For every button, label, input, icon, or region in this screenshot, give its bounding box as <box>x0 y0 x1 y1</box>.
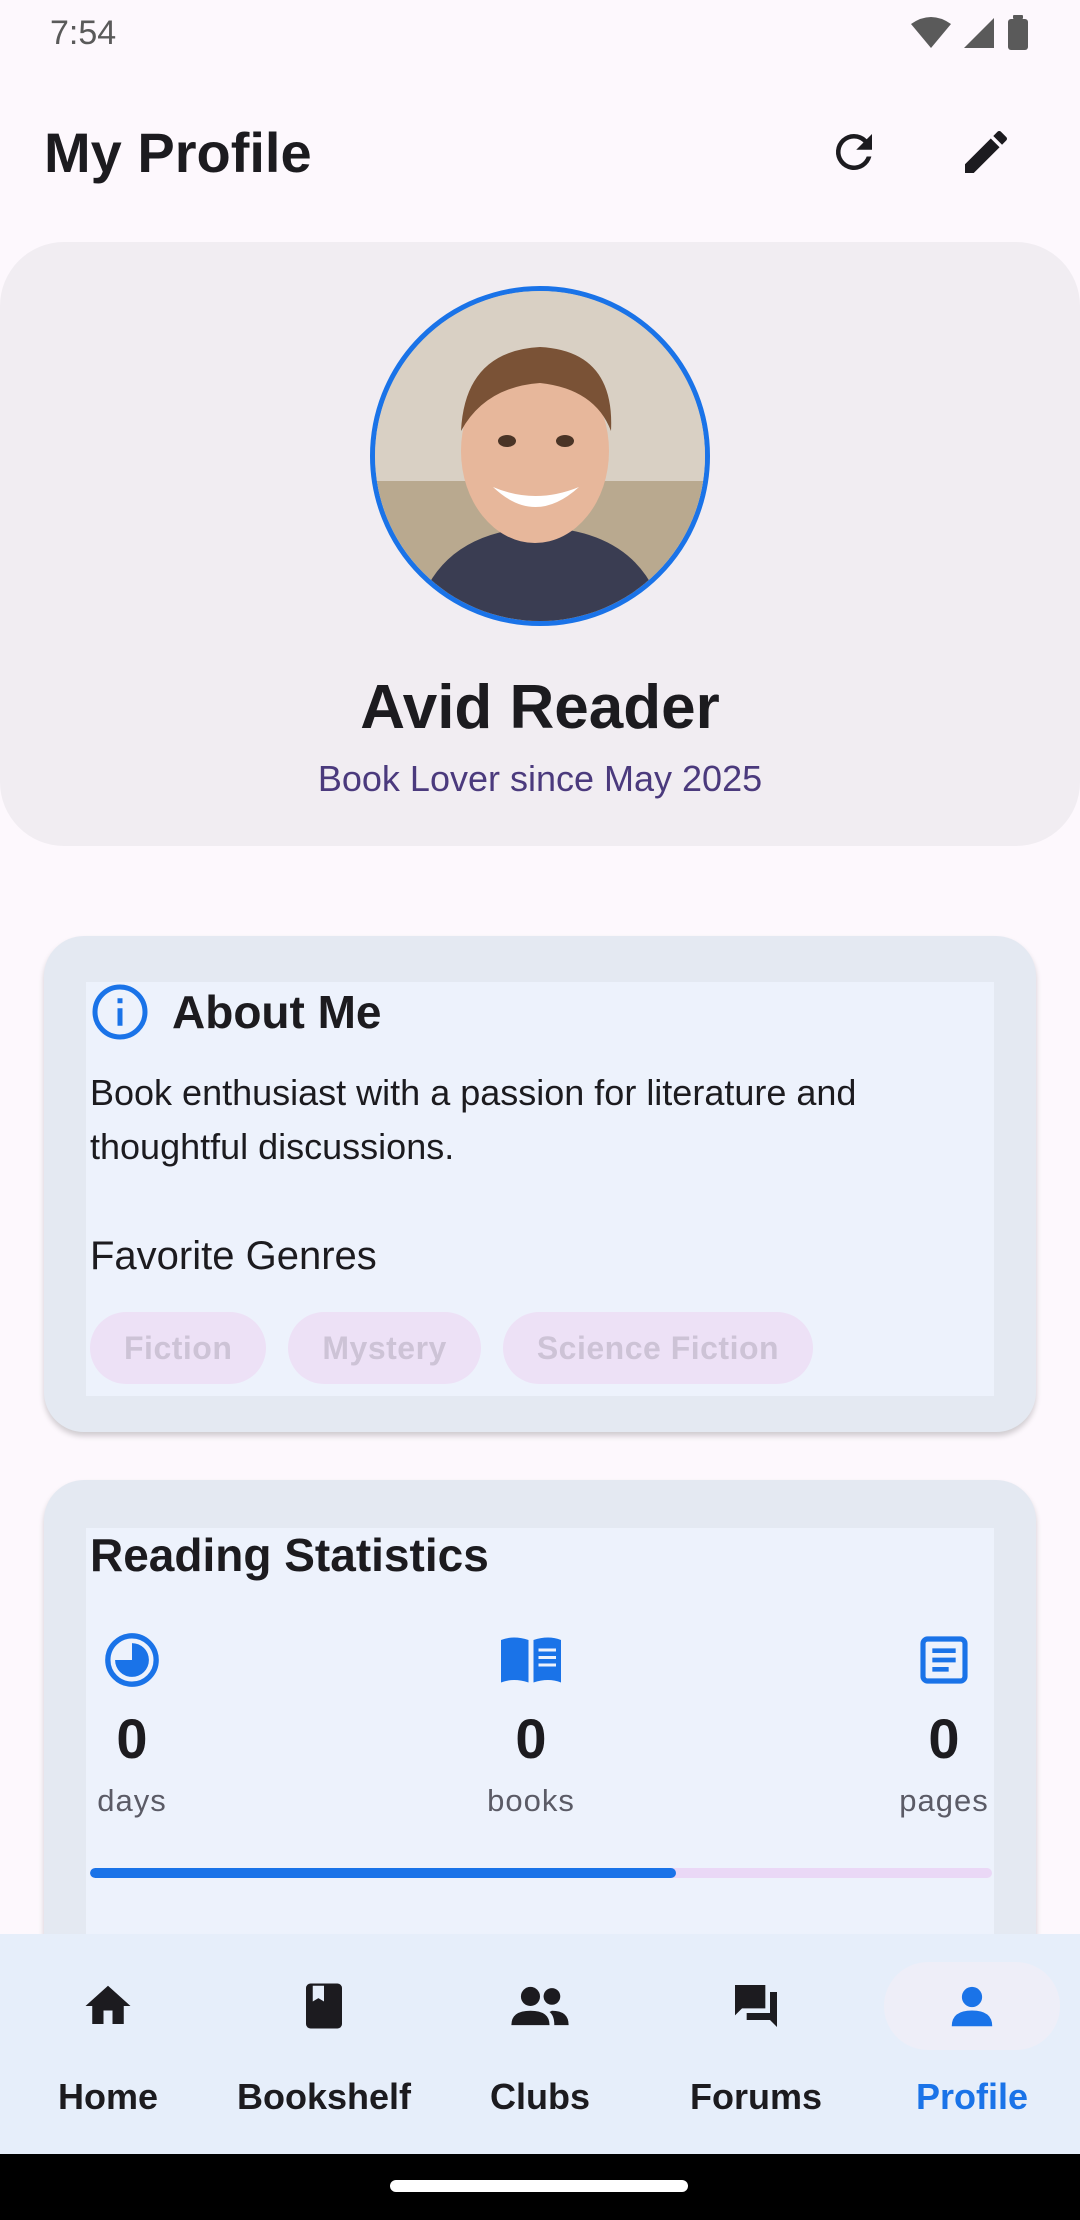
stat-label: days <box>97 1783 167 1818</box>
nav-item-forums[interactable]: Forums <box>648 1934 864 2154</box>
nav-item-profile[interactable]: Profile <box>864 1934 1080 2154</box>
edit-pencil-icon <box>965 130 1008 173</box>
refresh-button[interactable] <box>804 102 904 202</box>
status-bar: 7:54 <box>0 0 1080 66</box>
nav-label: Bookshelf <box>236 2076 412 2117</box>
about-me-title: About Me <box>172 986 382 1038</box>
bio-text: Book enthusiast with a passion for liter… <box>90 1072 857 1167</box>
profile-header-card: Avid Reader Book Lover since May 2025 <box>0 242 1080 846</box>
genre-chips: Fiction Mystery Science Fiction <box>90 1312 814 1384</box>
article-icon <box>920 1636 968 1684</box>
battery-icon <box>1008 15 1028 50</box>
stat-books: 0 books <box>471 1628 591 1819</box>
genre-chip[interactable]: Fiction <box>90 1312 267 1384</box>
home-gesture-handle[interactable] <box>390 2180 688 2192</box>
app-bar: My Profile <box>0 92 1080 212</box>
avatar-photo <box>375 291 705 621</box>
info-icon <box>92 984 148 1040</box>
nav-indicator <box>668 1962 844 2050</box>
genre-chip[interactable]: Mystery <box>288 1312 481 1384</box>
group-icon <box>511 1986 569 2026</box>
reading-goal-progress-fill <box>90 1868 677 1878</box>
home-icon <box>85 1985 131 2024</box>
status-time: 7:54 <box>50 13 117 52</box>
reading-statistics-title: Reading Statistics <box>90 1529 489 1581</box>
stat-value: 0 <box>515 1707 547 1770</box>
open-book-icon <box>501 1637 561 1683</box>
nav-indicator <box>20 1962 196 2050</box>
profile-name: Avid Reader <box>360 673 720 742</box>
stat-label: pages <box>899 1783 989 1818</box>
stat-label: books <box>487 1783 575 1818</box>
wifi-icon <box>911 17 951 48</box>
timer-pie-icon <box>105 1633 159 1687</box>
about-me-content: About Me Book enthusiast with a passion … <box>86 982 994 1396</box>
avatar[interactable] <box>370 286 710 626</box>
refresh-icon <box>835 133 872 170</box>
nav-item-bookshelf[interactable]: Bookshelf <box>216 1934 432 2154</box>
nav-label: Clubs <box>489 2076 590 2117</box>
nav-item-home[interactable]: Home <box>0 1934 216 2154</box>
book-icon <box>306 1983 342 2029</box>
system-navigation-bar <box>0 2154 1080 2220</box>
edit-profile-button[interactable] <box>936 102 1036 202</box>
page-title: My Profile <box>44 120 312 184</box>
about-me-header: About Me <box>90 982 382 1042</box>
forum-icon <box>735 1985 777 2027</box>
bottom-navigation: Home Bookshelf Clubs Forums Profile <box>0 1934 1080 2154</box>
nav-indicator <box>452 1962 628 2050</box>
member-since-text: Book Lover since May 2025 <box>317 758 763 799</box>
favorite-genres-title: Favorite Genres <box>90 1234 377 1278</box>
person-icon <box>951 1986 993 2027</box>
stat-days: 0 days <box>72 1628 192 1819</box>
nav-label: Profile <box>915 2076 1029 2117</box>
nav-item-clubs[interactable]: Clubs <box>432 1934 648 2154</box>
about-me-card: About Me Book enthusiast with a passion … <box>44 936 1036 1432</box>
reading-statistics-content: Reading Statistics 0 days 0 books 0 page… <box>86 1528 994 1988</box>
stat-value: 0 <box>928 1707 960 1770</box>
reading-statistics-card: Reading Statistics 0 days 0 books 0 page… <box>44 1480 1036 1988</box>
stat-pages: 0 pages <box>884 1628 1004 1819</box>
nav-label: Forums <box>689 2076 822 2117</box>
signal-icon <box>964 18 994 48</box>
reading-goal-progress <box>90 1868 992 1878</box>
genre-chip[interactable]: Science Fiction <box>502 1312 814 1384</box>
stat-value: 0 <box>116 1707 148 1770</box>
nav-indicator <box>884 1962 1060 2050</box>
nav-label: Home <box>57 2076 159 2117</box>
nav-indicator <box>236 1962 412 2050</box>
status-icons <box>910 15 1030 51</box>
